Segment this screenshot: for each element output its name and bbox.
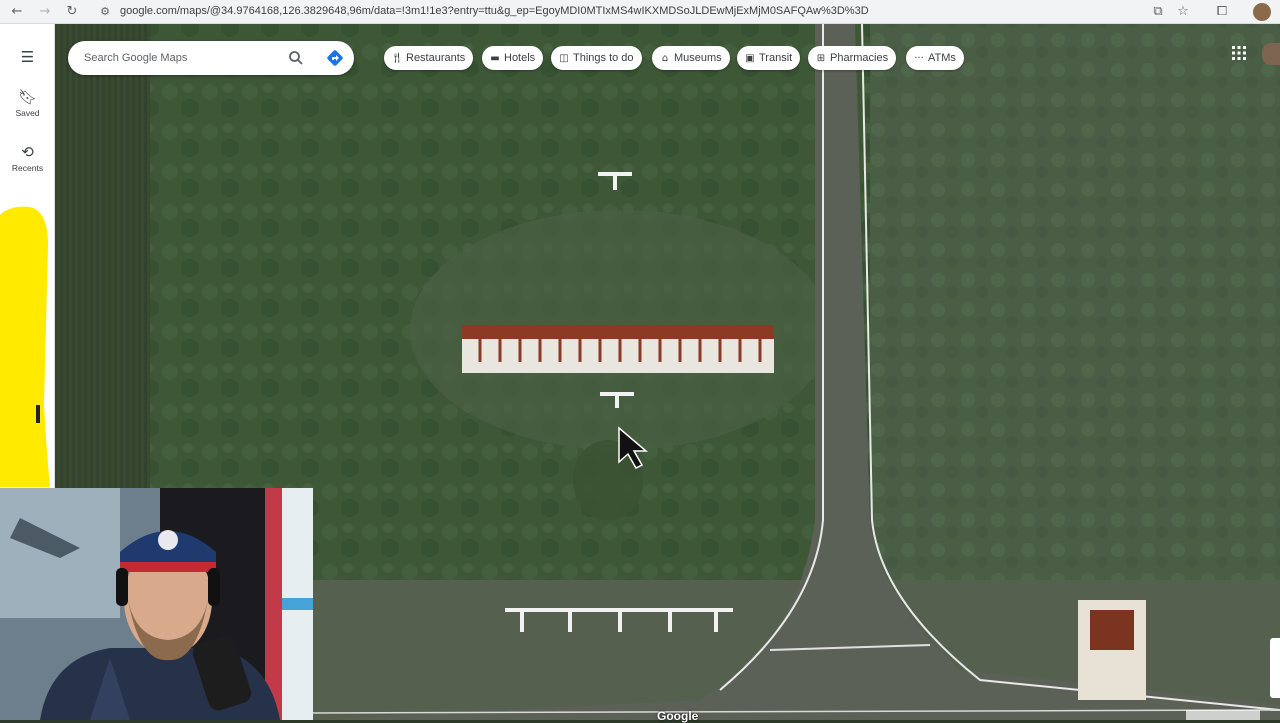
google-attribution: Google	[657, 709, 699, 723]
chip-label: Things to do	[573, 52, 634, 64]
menu-button[interactable]: ☰	[0, 48, 55, 66]
bed-icon: ▬	[490, 53, 500, 64]
chip-restaurants[interactable]: 🍴︎ Restaurants	[384, 46, 474, 70]
forward-icon[interactable]: →	[36, 3, 54, 21]
profile-avatar-icon[interactable]	[1253, 3, 1271, 21]
chip-things-to-do[interactable]: ◫ Things to do	[551, 46, 642, 70]
extensions-icon[interactable]: ⧠	[1213, 3, 1231, 21]
account-avatar[interactable]	[1262, 43, 1280, 65]
train-icon: ▣	[745, 53, 755, 64]
farmland-strip	[55, 24, 150, 524]
bookmark-icon: 🔖︎	[17, 88, 38, 106]
saved-label: Saved	[15, 108, 40, 118]
chip-atms[interactable]: ··· ATMs	[906, 46, 964, 70]
bookmark-star-icon[interactable]: ☆	[1174, 3, 1192, 21]
hamburger-menu-icon: ☰	[20, 48, 35, 66]
address-bar[interactable]: google.com/maps/@34.9764168,126.3829648,…	[120, 5, 869, 17]
camera-icon: ◫	[559, 53, 569, 64]
search-input[interactable]	[84, 41, 274, 75]
apps-grid-icon[interactable]	[1231, 45, 1247, 61]
chip-label: Transit	[759, 52, 793, 64]
recents-label: Recents	[11, 163, 44, 173]
history-icon: ⟲	[21, 143, 34, 161]
directions-icon[interactable]	[326, 49, 344, 67]
install-app-icon[interactable]: ⧉	[1149, 3, 1167, 21]
reload-icon[interactable]: ↻	[63, 3, 81, 21]
chip-label: Hotels	[504, 52, 536, 64]
scale-bar	[1186, 710, 1260, 720]
recents-button[interactable]: ⟲ Recents	[0, 143, 55, 173]
map-controls[interactable]	[1270, 638, 1280, 698]
chip-pharmacies[interactable]: ⊞ Pharmacies	[808, 46, 897, 70]
chip-label: ATMs	[928, 52, 956, 64]
saved-button[interactable]: 🔖︎ Saved	[0, 88, 55, 118]
chip-label: Restaurants	[406, 52, 466, 64]
chip-label: Museums	[674, 52, 722, 64]
chip-museums[interactable]: ⌂ Museums	[652, 46, 730, 70]
museum-icon: ⌂	[661, 53, 669, 64]
back-icon[interactable]: ←	[8, 3, 26, 21]
chip-hotels[interactable]: ▬ Hotels	[482, 46, 544, 70]
yellow-highlight-annotation	[0, 206, 50, 487]
browser-toolbar: ← → ↻ ⚙ google.com/maps/@34.9764168,126.…	[0, 0, 1280, 24]
atm-icon: ···	[914, 53, 924, 64]
search-icon[interactable]	[288, 50, 304, 66]
chip-transit[interactable]: ▣ Transit	[737, 46, 801, 70]
fork-knife-icon: 🍴︎	[390, 53, 404, 64]
search-box[interactable]	[68, 41, 354, 75]
site-settings-icon[interactable]: ⚙	[96, 3, 114, 21]
chip-label: Pharmacies	[830, 52, 889, 64]
grass-field	[870, 24, 1280, 584]
webcam-overlay	[0, 488, 313, 720]
pharmacy-icon: ⊞	[816, 53, 826, 64]
